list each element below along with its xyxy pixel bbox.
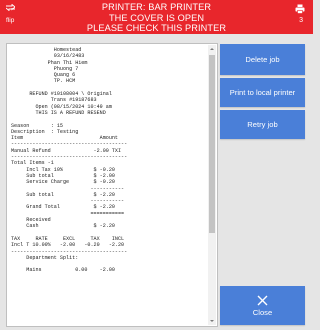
scroll-down-arrow-icon[interactable] bbox=[208, 317, 216, 325]
retry-job-button[interactable]: Retry job bbox=[220, 110, 305, 139]
close-button[interactable]: Close bbox=[220, 286, 305, 325]
close-label: Close bbox=[252, 307, 273, 317]
printer-alert-title: PRINTER: BAR PRINTER THE COVER IS OPEN P… bbox=[40, 2, 273, 34]
alert-title-line-1: PRINTER: BAR PRINTER bbox=[101, 2, 212, 12]
receipt-line: Mains 0.00 -2.00 bbox=[11, 267, 115, 274]
delete-job-button[interactable]: Delete job bbox=[220, 44, 305, 75]
alert-title-line-2: THE COVER IS OPEN bbox=[108, 12, 205, 23]
printer-icon bbox=[295, 4, 305, 14]
alert-header: flip PRINTER: BAR PRINTER THE COVER IS O… bbox=[0, 0, 313, 34]
alert-title-line-3: PLEASE CHECK THIS PRINTER bbox=[86, 23, 227, 33]
flip-label: flip bbox=[6, 17, 15, 24]
flip-button[interactable]: flip bbox=[0, 0, 34, 34]
receipt-preview[interactable]: Homestead 03/16/2483 Phan Thi Hiem Phuon… bbox=[6, 43, 218, 327]
flip-arrows-icon bbox=[6, 4, 15, 11]
receipt-text: Homestead 03/16/2483 Phan Thi Hiem Phuon… bbox=[11, 47, 203, 274]
print-to-local-printer-button[interactable]: Print to local printer bbox=[220, 78, 305, 107]
receipt-scrollbar[interactable] bbox=[208, 45, 216, 325]
close-icon bbox=[257, 295, 268, 305]
printer-queue-count: 3 bbox=[299, 17, 303, 24]
scroll-thumb[interactable] bbox=[209, 55, 215, 233]
scroll-up-arrow-icon[interactable] bbox=[208, 45, 216, 53]
printer-status-button[interactable]: 3 bbox=[279, 0, 313, 34]
